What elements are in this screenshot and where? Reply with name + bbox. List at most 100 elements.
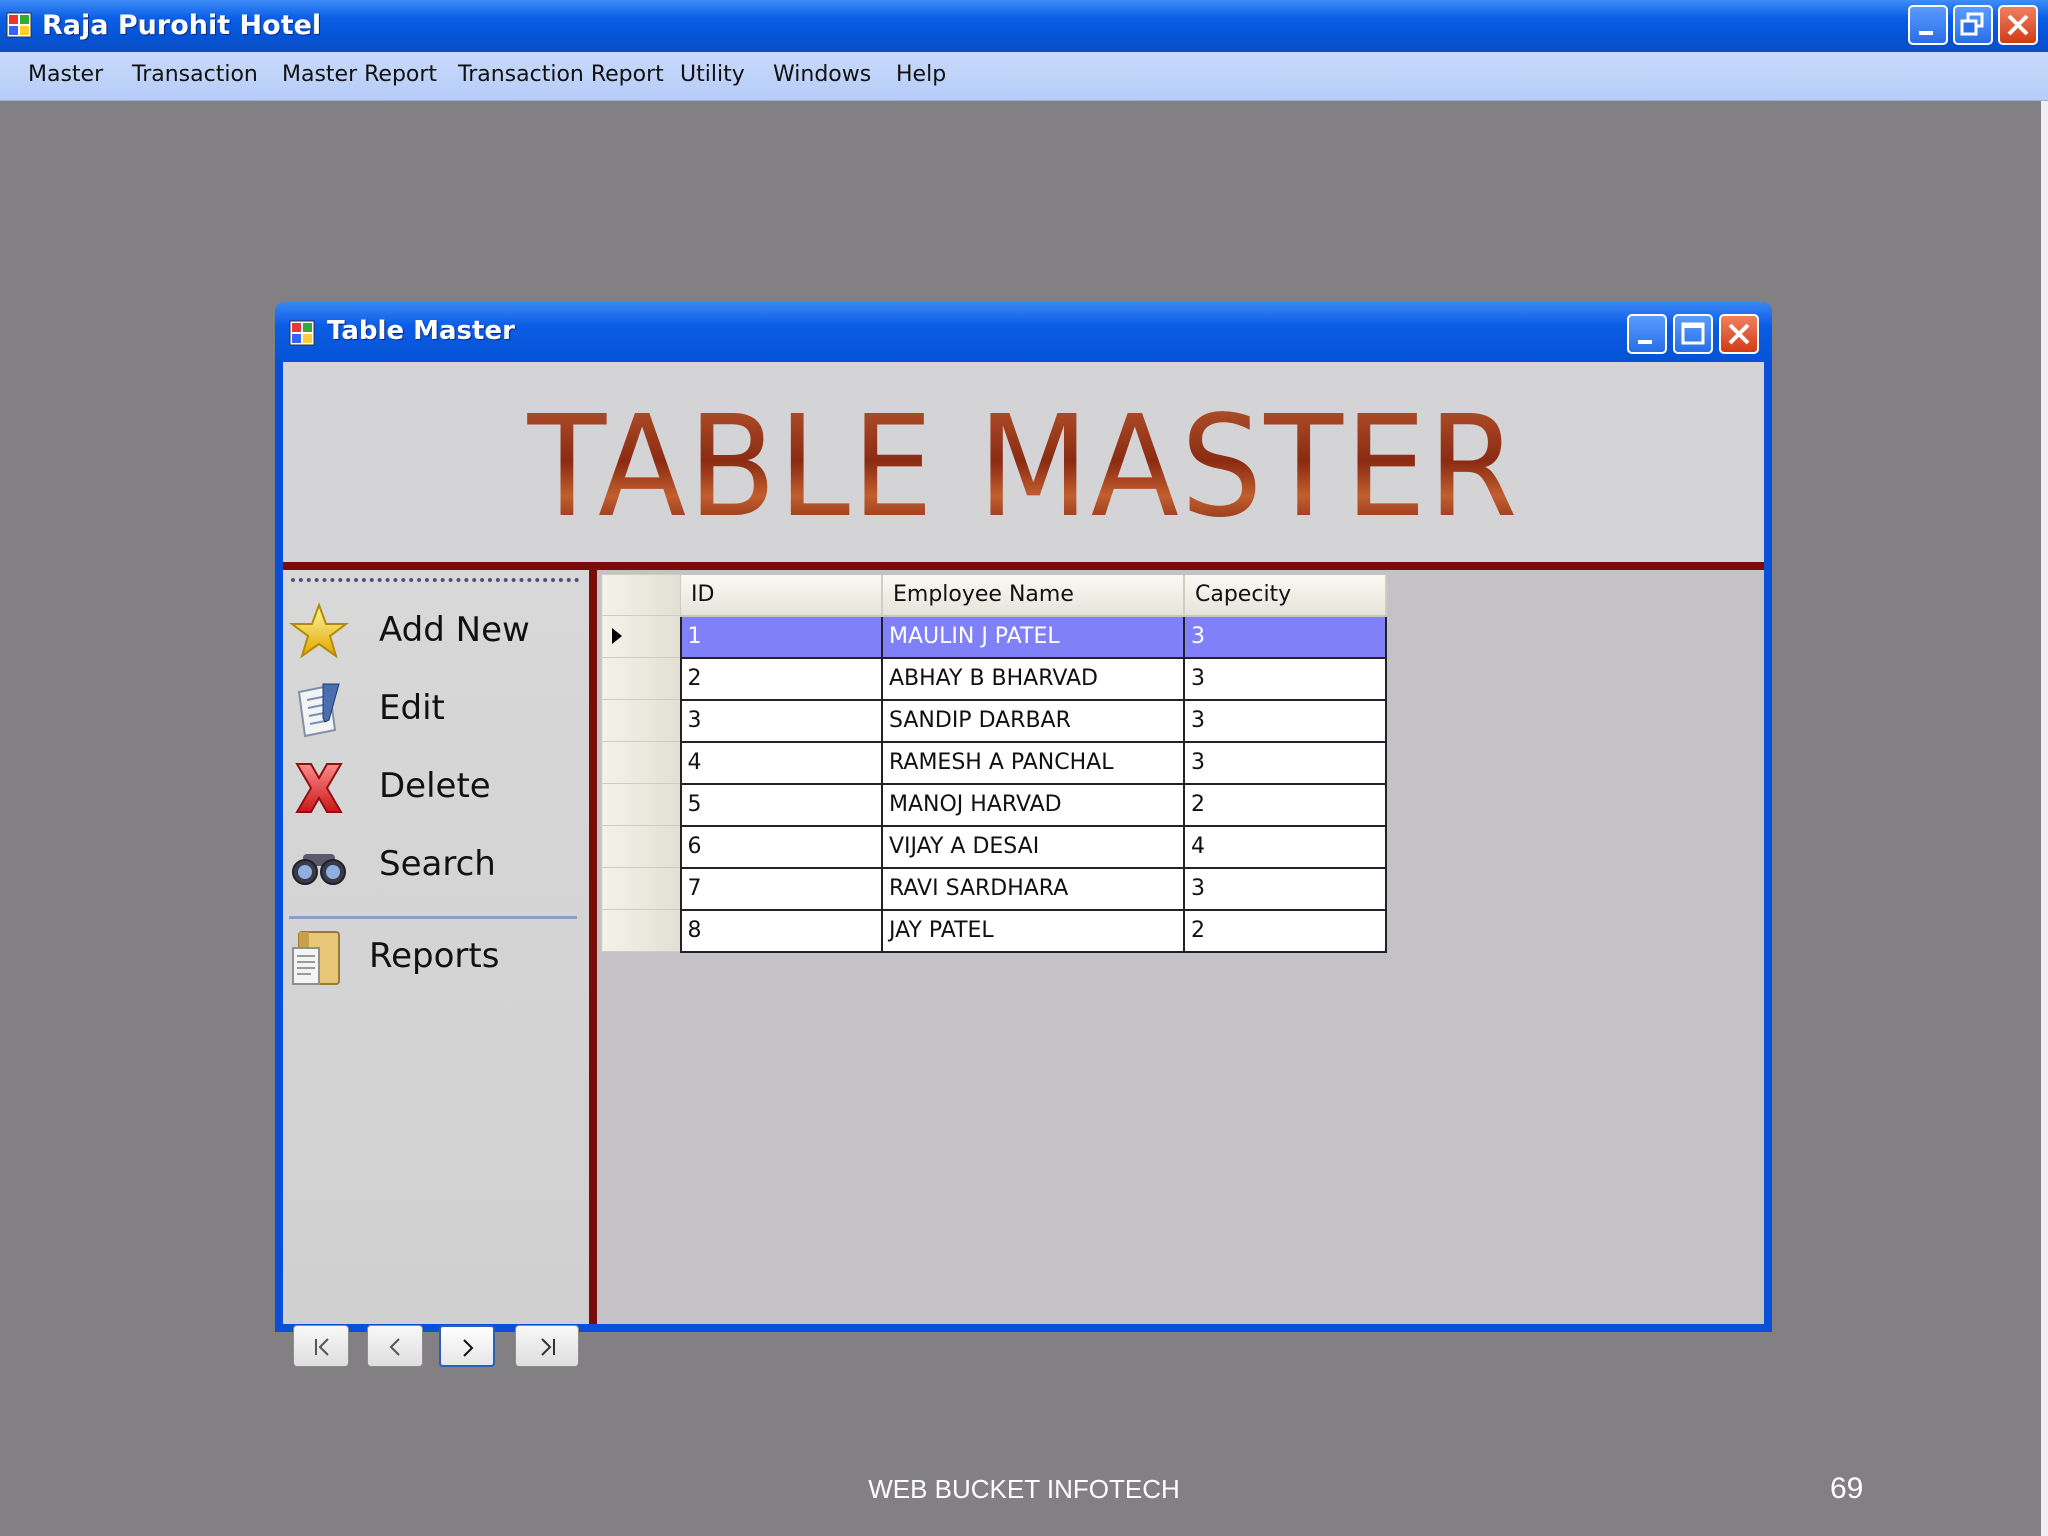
menu-master-report[interactable]: Master Report — [282, 62, 437, 87]
cell-employee-name[interactable]: SANDIP DARBAR — [881, 698, 1185, 743]
reports-book-icon — [292, 931, 340, 985]
reports-label: Reports — [369, 936, 500, 976]
last-record-button[interactable] — [515, 1325, 579, 1367]
app-close-button[interactable] — [1998, 5, 2038, 45]
mdi-scroll-edge — [2041, 101, 2048, 1536]
row-header[interactable] — [601, 867, 681, 910]
last-record-icon — [541, 1338, 555, 1356]
delete-label: Delete — [379, 766, 491, 806]
app-restore-button[interactable] — [1953, 5, 1993, 45]
table-row[interactable]: 4 RAMESH A PANCHAL 3 — [601, 740, 1387, 785]
edit-button[interactable]: Edit — [283, 676, 583, 740]
cell-id[interactable]: 8 — [679, 908, 883, 953]
cell-capecity[interactable]: 4 — [1183, 824, 1387, 869]
cell-employee-name[interactable]: RAMESH A PANCHAL — [881, 740, 1185, 785]
table-row[interactable]: 7 RAVI SARDHARA 3 — [601, 866, 1387, 911]
minimize-icon — [1919, 31, 1933, 35]
app-titlebar[interactable]: Raja Purohit Hotel — [0, 0, 2048, 52]
row-header[interactable] — [601, 657, 681, 700]
row-header[interactable] — [601, 783, 681, 826]
banner-title: TABLE MASTER — [342, 398, 1705, 538]
child-titlebar[interactable]: Table Master — [275, 302, 1772, 362]
cell-capecity[interactable]: 3 — [1183, 698, 1387, 743]
cell-employee-name[interactable]: MAULIN J PATEL — [881, 614, 1185, 659]
grid-corner-header[interactable] — [601, 574, 681, 616]
table-row[interactable]: 6 VIJAY A DESAI 4 — [601, 824, 1387, 869]
menubar: Master Transaction Master Report Transac… — [0, 52, 2048, 101]
cell-capecity[interactable]: 2 — [1183, 782, 1387, 827]
table-row[interactable]: 3 SANDIP DARBAR 3 — [601, 698, 1387, 743]
banner: TABLE MASTER — [283, 362, 1764, 562]
cell-id[interactable]: 7 — [679, 866, 883, 911]
table-row[interactable]: 2 ABHAY B BHARVAD 3 — [601, 656, 1387, 701]
cell-employee-name[interactable]: RAVI SARDHARA — [881, 866, 1185, 911]
table-master-grid[interactable]: ID Employee Name Capecity 1 MAULIN J PAT… — [601, 574, 1387, 953]
row-header[interactable] — [601, 741, 681, 784]
next-record-button[interactable] — [439, 1325, 495, 1367]
close-icon — [1728, 323, 1750, 345]
child-minimize-button[interactable] — [1627, 314, 1667, 354]
first-record-button[interactable] — [293, 1325, 349, 1367]
next-record-icon — [463, 1339, 474, 1357]
child-title: Table Master — [327, 316, 515, 346]
cell-id[interactable]: 5 — [679, 782, 883, 827]
search-label: Search — [379, 844, 496, 884]
cell-capecity[interactable]: 3 — [1183, 656, 1387, 701]
menu-help[interactable]: Help — [896, 62, 946, 87]
add-new-button[interactable]: Add New — [283, 598, 583, 662]
action-pane: Add New Edit Delete Search Reports — [283, 570, 597, 1367]
table-row[interactable]: 5 MANOJ HARVAD 2 — [601, 782, 1387, 827]
cell-employee-name[interactable]: VIJAY A DESAI — [881, 824, 1185, 869]
star-icon — [289, 602, 349, 659]
app-title: Raja Purohit Hotel — [42, 10, 322, 41]
pane-grip — [291, 578, 579, 582]
first-record-icon — [315, 1338, 329, 1356]
cell-id[interactable]: 4 — [679, 740, 883, 785]
search-button[interactable]: Search — [283, 832, 583, 896]
cell-employee-name[interactable]: ABHAY B BHARVAD — [881, 656, 1185, 701]
pane-separator — [289, 916, 577, 919]
row-header[interactable] — [601, 909, 681, 952]
row-header[interactable] — [601, 825, 681, 868]
cell-id[interactable]: 2 — [679, 656, 883, 701]
previous-record-icon — [389, 1338, 400, 1356]
banner-divider — [283, 562, 1764, 570]
footer-company: WEB BUCKET INFOTECH — [868, 1474, 1180, 1504]
column-header-employee-name[interactable]: Employee Name — [882, 574, 1185, 617]
previous-record-button[interactable] — [367, 1325, 423, 1367]
cell-capecity[interactable]: 3 — [1183, 740, 1387, 785]
child-window-icon — [289, 320, 315, 346]
cell-employee-name[interactable]: MANOJ HARVAD — [881, 782, 1185, 827]
add-new-label: Add New — [379, 610, 530, 650]
cell-capecity[interactable]: 3 — [1183, 866, 1387, 911]
child-close-button[interactable] — [1719, 314, 1759, 354]
table-row[interactable]: 1 MAULIN J PATEL 3 — [601, 614, 1387, 659]
delete-button[interactable]: Delete — [283, 754, 583, 818]
page-number: 69 — [1830, 1472, 1864, 1505]
row-header[interactable] — [601, 615, 681, 658]
child-maximize-button[interactable] — [1673, 314, 1713, 354]
table-row[interactable]: 8 JAY PATEL 2 — [601, 908, 1387, 953]
menu-transaction-report[interactable]: Transaction Report — [458, 62, 664, 87]
column-header-capecity[interactable]: Capecity — [1184, 574, 1387, 617]
row-header[interactable] — [601, 699, 681, 742]
reports-button[interactable]: Reports — [283, 924, 583, 988]
app-window-icon — [6, 12, 32, 38]
menu-windows[interactable]: Windows — [773, 62, 871, 87]
cell-employee-name[interactable]: JAY PATEL — [881, 908, 1185, 953]
cell-id[interactable]: 1 — [679, 614, 883, 659]
cell-capecity[interactable]: 3 — [1183, 614, 1387, 659]
menu-master[interactable]: Master — [28, 62, 103, 87]
menu-utility[interactable]: Utility — [680, 62, 745, 87]
cell-capecity[interactable]: 2 — [1183, 908, 1387, 953]
cell-id[interactable]: 6 — [679, 824, 883, 869]
maximize-icon — [1681, 322, 1705, 345]
minimize-icon — [1638, 340, 1652, 344]
app-minimize-button[interactable] — [1908, 5, 1948, 45]
menu-transaction[interactable]: Transaction — [132, 62, 258, 87]
red-x-icon — [295, 763, 343, 813]
current-row-arrow-icon — [612, 628, 622, 644]
binoculars-icon — [292, 854, 346, 885]
column-header-id[interactable]: ID — [680, 574, 883, 617]
cell-id[interactable]: 3 — [679, 698, 883, 743]
